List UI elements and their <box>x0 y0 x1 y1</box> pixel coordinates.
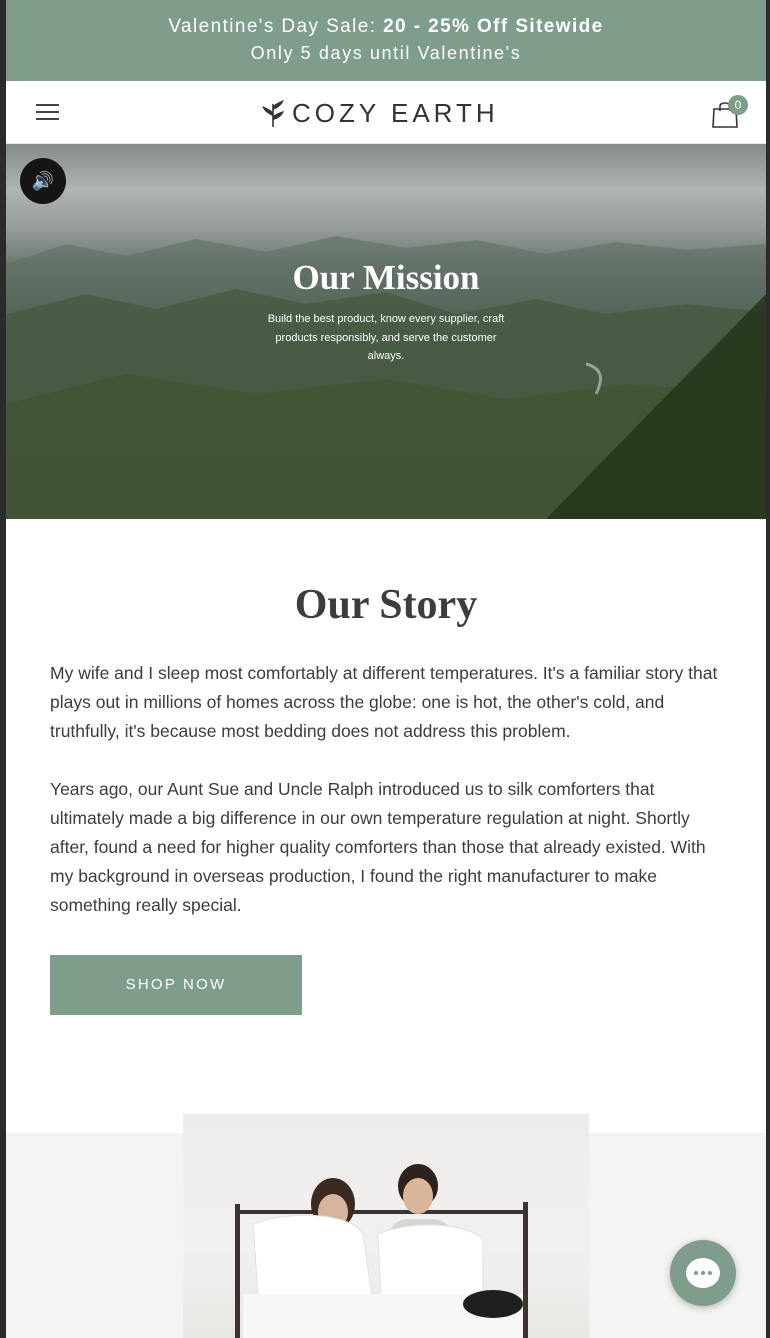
site-header: COZY EARTH 0 <box>6 81 766 144</box>
brand-name: COZY EARTH <box>292 97 499 128</box>
shop-now-button[interactable]: SHOP NOW <box>50 955 302 1015</box>
hero-video[interactable]: 🔊 Our Mission Build the best product, kn… <box>6 144 766 519</box>
speaker-volume-icon: 🔊 <box>31 170 55 191</box>
hamburger-icon[interactable] <box>36 104 59 121</box>
promo-highlight: 20 - 25% Off Sitewide <box>383 16 604 37</box>
chat-bubble-icon <box>686 1258 720 1288</box>
story-title: Our Story <box>294 582 478 628</box>
cart-count-badge[interactable]: 0 <box>728 95 748 115</box>
brand-logo[interactable]: COZY EARTH <box>260 97 499 129</box>
our-story-section: Our Story My wife and I sleep most comfo… <box>6 581 766 1015</box>
hero-subtitle: Build the best product, know every suppl… <box>267 313 505 362</box>
couple-bed-photo <box>183 1114 589 1338</box>
promo-line-2: Only 5 days until Valentine's <box>250 43 522 63</box>
page: Valentine's Day Sale: 20 - 25% Off Sitew… <box>6 0 766 1338</box>
couple-with-pillows-image <box>235 1164 528 1338</box>
promo-banner[interactable]: Valentine's Day Sale: 20 - 25% Off Sitew… <box>6 0 766 81</box>
sound-toggle-button[interactable]: 🔊 <box>20 158 66 204</box>
story-paragraph-2: Years ago, our Aunt Sue and Uncle Ralph … <box>50 779 706 915</box>
hero-title: Our Mission <box>292 258 480 297</box>
chat-button[interactable] <box>670 1240 736 1306</box>
promo-line-1: Valentine's Day Sale: 20 - 25% Off Sitew… <box>168 16 604 37</box>
leaf-logo-icon <box>262 100 284 127</box>
story-paragraph-1: My wife and I sleep most comfortably at … <box>50 663 718 741</box>
